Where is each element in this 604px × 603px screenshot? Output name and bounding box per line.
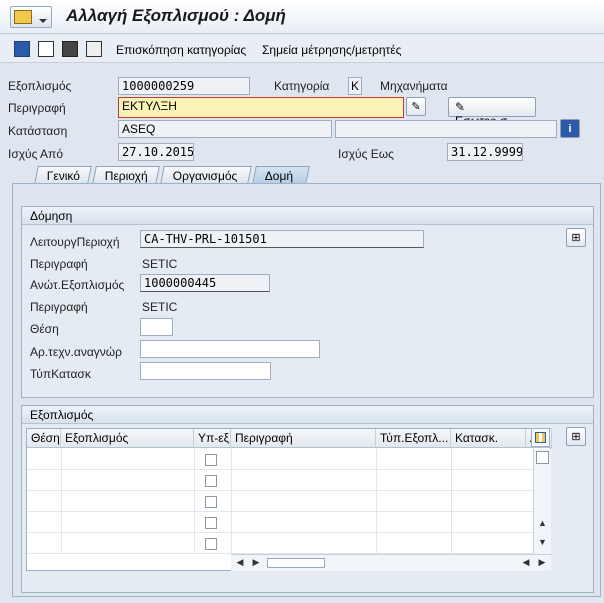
column-settings-button[interactable] [531, 428, 550, 447]
technical-id-label: Αρ.τεχν.αναγνώρ [30, 345, 122, 359]
document-icon[interactable] [38, 41, 54, 57]
col-equipment[interactable]: Εξοπλισμός [61, 429, 194, 448]
description-label: Περιγραφή [8, 101, 66, 115]
edit-text-button[interactable]: ✎ [406, 97, 426, 116]
table-row[interactable] [27, 470, 533, 491]
tab-structure[interactable]: Δομή [252, 166, 310, 184]
pencil-icon: ✎ [455, 100, 466, 114]
tab-organization[interactable]: Οργανισμός [160, 166, 252, 184]
category-label: Κατηγορία [274, 79, 330, 93]
col-divider [376, 449, 377, 554]
sub-equipment-checkbox[interactable] [205, 496, 217, 508]
table-row[interactable] [27, 533, 533, 554]
sub-equipment-checkbox[interactable] [205, 454, 217, 466]
table-row[interactable] [27, 512, 533, 533]
valid-to-field[interactable]: 31.12.9999 [447, 143, 523, 161]
category-field[interactable]: Κ [348, 77, 362, 95]
table-settings-icon [535, 432, 546, 443]
equipment-table: Θέση Εξοπλισμός Υπ-εξ Περιγραφή Τύπ.Εξοπ… [26, 428, 552, 571]
col-divider [194, 449, 195, 554]
status-label: Κατάσταση [8, 124, 68, 138]
internal-note-button[interactable]: ✎ Εσωτερ.σ... [448, 97, 536, 128]
status-info-button[interactable]: i [560, 119, 580, 138]
sub-equipment-checkbox[interactable] [205, 517, 217, 529]
scroll-right-icon[interactable]: ▶ [537, 557, 547, 568]
info-icon[interactable] [14, 41, 30, 57]
vertical-scrollbar[interactable]: ▲ ▼ [533, 449, 551, 554]
valid-to-label: Ισχύς Εως [338, 147, 394, 161]
superior-equipment-field[interactable]: 1000000445 [140, 274, 270, 292]
construction-type-label: ΤύπΚατασκ [30, 367, 91, 381]
position-label: Θέση [30, 322, 59, 336]
construction-type-input[interactable] [140, 362, 271, 380]
desc2-label: Περιγραφή [30, 300, 88, 314]
desc2-value: SETIC [142, 300, 178, 314]
valid-from-field[interactable]: 27.10.2015 [118, 143, 194, 161]
scroll-right-icon[interactable]: ▶ [251, 557, 261, 568]
info-icon: i [568, 122, 572, 135]
desc1-value: SETIC [142, 257, 178, 271]
page-title: Αλλαγή Εξοπλισμού : Δομή [66, 6, 286, 25]
col-divider [231, 449, 232, 554]
functional-location-label: ΛειτουργΠεριοχή [30, 235, 120, 249]
description-input[interactable]: ΕΚΤΥΛΞΗ [118, 97, 404, 118]
horizontal-scrollbar[interactable]: ◀ ▶ ◀ ▶ [231, 554, 551, 571]
menu-icon [14, 10, 32, 24]
col-equipment-type[interactable]: Τύπ.Εξοπλ... [376, 429, 451, 448]
scroll-down-icon[interactable]: ▼ [534, 537, 551, 547]
table-row[interactable] [27, 491, 533, 512]
status-text-field[interactable] [335, 120, 557, 138]
position-input[interactable] [140, 318, 173, 336]
hierarchy-icon[interactable] [86, 41, 102, 57]
scroll-left-icon[interactable]: ◀ [521, 557, 531, 568]
col-divider [61, 449, 62, 554]
hierarchy-button[interactable]: ⊞ [566, 228, 586, 247]
measuring-points-link[interactable]: Σημεία μέτρησης/μετρητές [262, 43, 401, 57]
col-description[interactable]: Περιγραφή [231, 429, 376, 448]
sub-equipment-checkbox[interactable] [205, 538, 217, 550]
technical-id-input[interactable] [140, 340, 320, 358]
col-manufacturer[interactable]: Κατασκ. [451, 429, 526, 448]
col-divider [451, 449, 452, 554]
tab-general[interactable]: Γενικό [34, 166, 92, 184]
binoculars-icon[interactable] [62, 41, 78, 57]
hierarchy-icon: ⊞ [571, 232, 581, 244]
equipment-label: Εξοπλισμός [8, 79, 72, 93]
desc1-label: Περιγραφή [30, 257, 88, 271]
category-overview-link[interactable]: Επισκόπηση κατηγορίας [116, 43, 246, 57]
table-row[interactable] [27, 449, 533, 470]
scroll-left-icon[interactable]: ◀ [235, 557, 245, 568]
functional-location-field[interactable]: CA-THV-PRL-101501 [140, 230, 424, 248]
sub-equipment-checkbox[interactable] [205, 475, 217, 487]
equipment-group-title: Εξοπλισμός [22, 406, 593, 424]
pencil-icon: ✎ [411, 101, 421, 113]
superior-equipment-label: Ανώτ.Εξοπλισμός [30, 278, 125, 292]
menu-button[interactable] [10, 6, 52, 28]
col-position[interactable]: Θέση [27, 429, 61, 448]
valid-from-label: Ισχύς Από [8, 147, 64, 161]
status-field[interactable]: ASEQ [118, 120, 332, 138]
hierarchy-button-2[interactable]: ⊞ [566, 427, 586, 446]
hierarchy-icon: ⊞ [571, 431, 581, 443]
chevron-down-icon [39, 19, 47, 23]
category-text: Μηχανήματα [380, 79, 448, 93]
structure-group-title: Δόμηση [22, 207, 593, 225]
col-sub-equipment[interactable]: Υπ-εξ [194, 429, 231, 448]
scroll-thumb[interactable] [267, 558, 325, 568]
tab-location[interactable]: Περιοχή [92, 166, 160, 184]
scroll-up-icon[interactable]: ▲ [534, 518, 551, 528]
equipment-field[interactable]: 1000000259 [118, 77, 250, 95]
select-all-checkbox[interactable] [536, 451, 549, 464]
